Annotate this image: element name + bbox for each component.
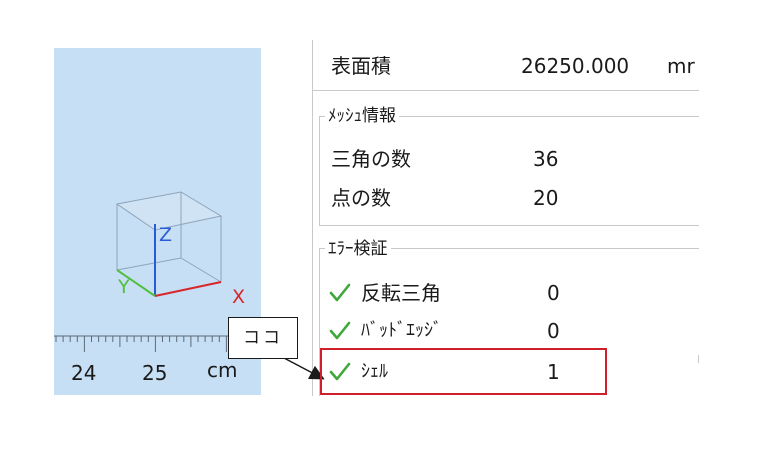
screenshot-canvas: Z Y X 24 25 cm 表面積 26250.000 mr ﾒｯｼｭ情報 三… bbox=[0, 0, 778, 462]
callout-label: ココ bbox=[243, 328, 283, 348]
callout-box: ココ bbox=[228, 317, 298, 359]
highlight-box bbox=[320, 348, 607, 395]
